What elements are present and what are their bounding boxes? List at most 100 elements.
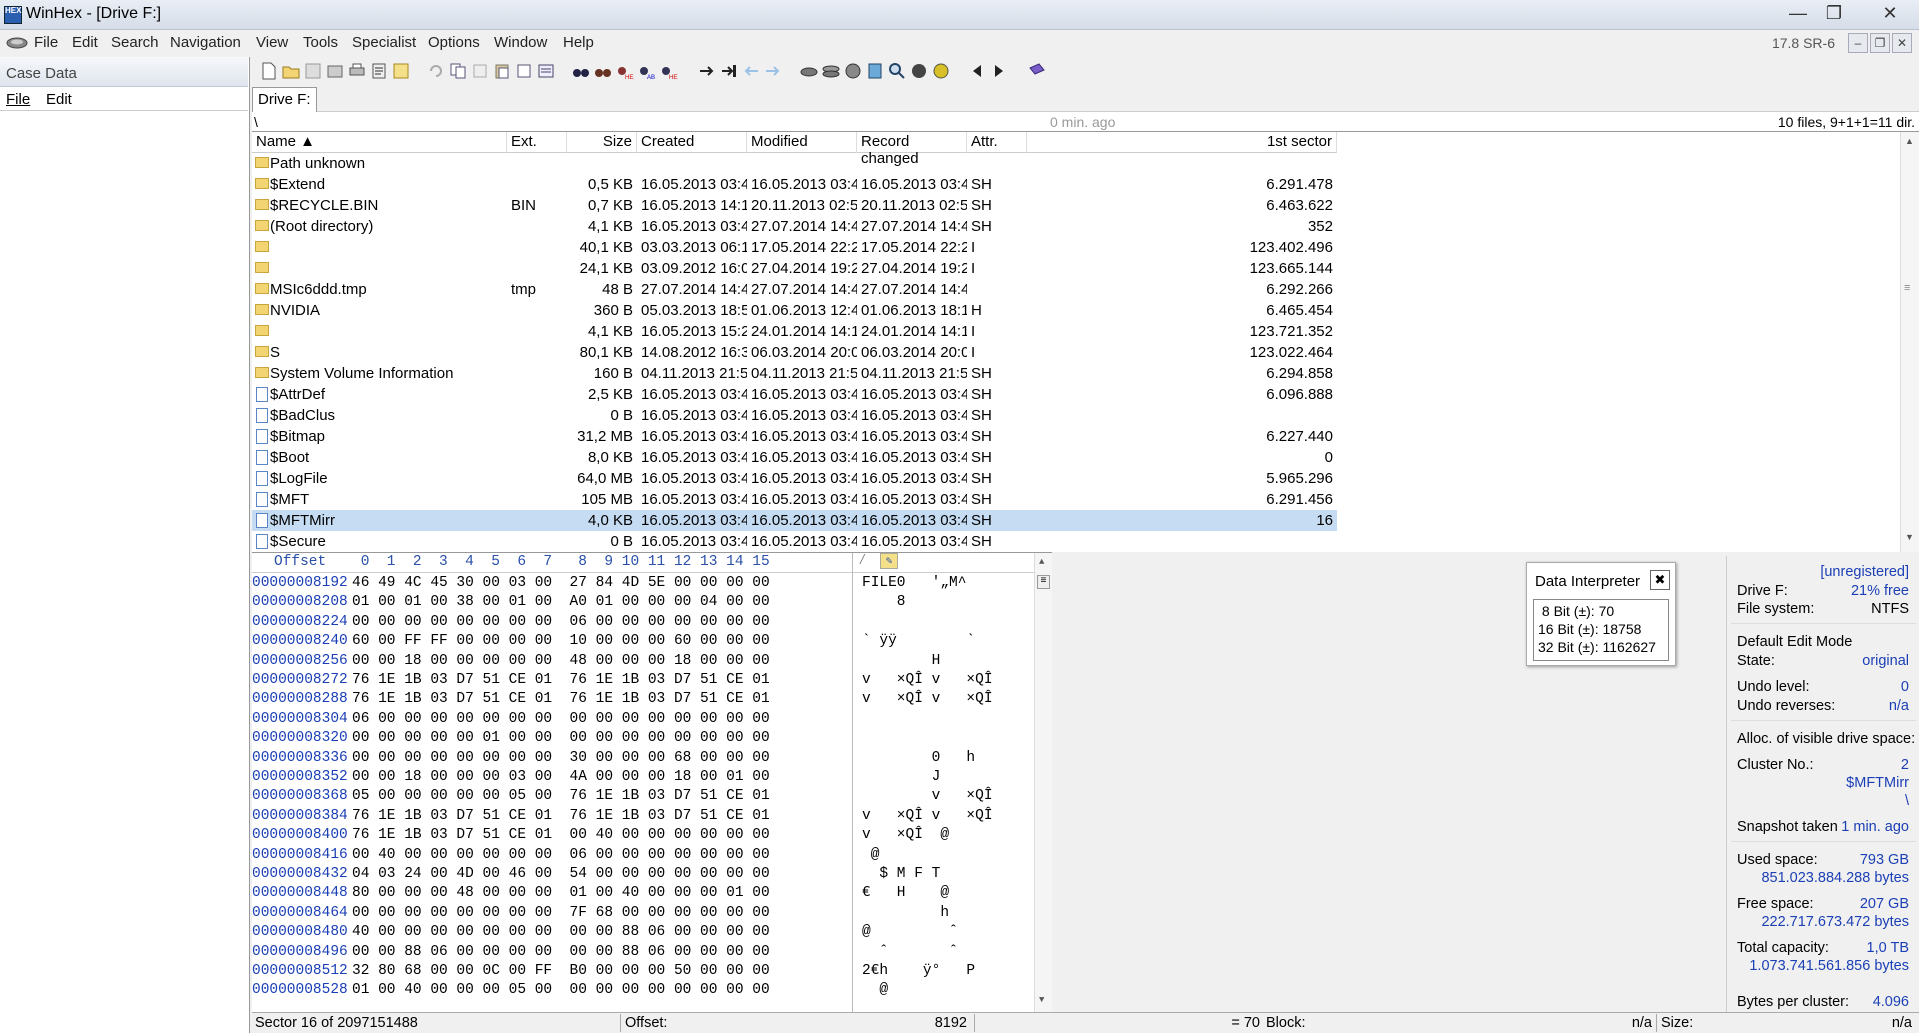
table-row[interactable]: $Secure0 B16.05.2013 03:45:1...16.05.201… [252,531,1337,552]
status-sector[interactable]: Sector 16 of 2097151488 [255,1015,418,1031]
search-again-icon[interactable]: HEX [660,62,678,80]
forward-icon[interactable] [764,62,782,80]
menu-file[interactable]: File [34,34,58,51]
minimize-button[interactable]: — [1782,2,1814,26]
hex-line[interactable]: 00000008464 00 00 00 00 00 00 00 00 7F 68… [252,905,949,924]
save-icon[interactable] [304,62,322,80]
table-row[interactable]: (Root directory) 4,1 KB 16.05.2013 03:45:1… [252,216,1337,237]
scroll-down-icon[interactable]: ▼ [1905,532,1914,542]
open-ram-icon[interactable] [822,62,840,80]
case-menu-file[interactable]: File [6,91,30,108]
find-hex-icon[interactable] [594,62,612,80]
menu-tools[interactable]: Tools [303,34,338,51]
table-row[interactable]: $AttrDef2,5 KB16.05.2013 03:45:1...16.05… [252,384,1337,405]
hex-line[interactable]: 00000008400 76 1E 1B 03 D7 51 CE 01 00 40… [252,827,949,846]
menu-navigation[interactable]: Navigation [170,34,241,51]
hex-line[interactable]: 00000008240 60 00 FF FF 00 00 00 00 10 00… [252,633,975,652]
mdi-close-button[interactable]: ✕ [1892,33,1912,53]
status-size-value[interactable]: n/a [1812,1015,1912,1031]
open-disk-icon[interactable] [800,62,818,80]
status-value[interactable]: = 70 [1190,1015,1260,1031]
table-row[interactable]: $LogFile64,0 MB16.05.2013 03:45:1...16.0… [252,468,1337,489]
case-menu-edit[interactable]: Edit [46,91,72,108]
hex-scroll-down-icon[interactable]: ▼ [1039,995,1044,1005]
column-modified[interactable]: Modified [747,132,857,153]
status-offset-value[interactable]: 8192 [897,1015,967,1031]
cut-icon[interactable] [471,62,489,80]
text-pane-tab[interactable]: ⁄ [858,553,867,569]
data-interpreter-close-icon[interactable]: ✖ [1650,570,1670,590]
text-pane-folder-icon[interactable]: ✎ [880,553,898,569]
previous-icon[interactable] [968,62,986,80]
table-row[interactable]: $RECYCLE.BIN BIN 0,7 KB 16.05.2013 14:10:5.… [252,195,1337,216]
table-row[interactable]: $MFTMirr4,0 KB16.05.2013 03:45:1...16.05… [252,510,1337,531]
table-row[interactable]: $BadClus0 B16.05.2013 03:45:1...16.05.20… [252,405,1337,426]
mdi-minimize-button[interactable]: – [1848,33,1868,53]
hex-line[interactable]: 00000008512 32 80 68 00 00 0C 00 FF B0 00… [252,963,975,982]
vertical-scrollbar[interactable]: ▲ ▼ ≡ [1900,132,1919,552]
menu-options[interactable]: Options [428,34,480,51]
table-row[interactable]: S80,1 KB14.08.2012 16:37:5...06.03.2014 … [252,342,1337,363]
maximize-button[interactable]: ❐ [1818,2,1850,26]
goto-sector-icon[interactable] [720,62,738,80]
help-book-icon[interactable] [1028,62,1046,80]
paste-zero-bytes-icon[interactable] [515,62,533,80]
menu-help[interactable]: Help [563,34,594,51]
table-row[interactable]: Path unknown [252,153,1337,174]
properties-icon[interactable] [370,62,388,80]
scroll-up-icon[interactable]: ▲ [1905,136,1914,146]
replace-text-icon[interactable]: HEX [616,62,634,80]
table-row[interactable]: $Extend0,5 KB16.05.2013 03:45:1...16.05.… [252,174,1337,195]
menu-view[interactable]: View [256,34,288,51]
hex-scroll-up-icon[interactable]: ▲ [1039,557,1044,567]
column-first-sector[interactable]: 1st sector [1027,132,1337,153]
menu-search[interactable]: Search [111,34,159,51]
paste-icon[interactable] [493,62,511,80]
find-text-icon[interactable] [572,62,590,80]
hex-line[interactable]: 00000008224 00 00 00 00 00 00 00 00 06 00… [252,614,852,633]
hex-line[interactable]: 00000008480 40 00 00 00 00 00 00 00 00 00… [252,924,958,943]
print-icon[interactable] [348,62,366,80]
menu-specialist[interactable]: Specialist [352,34,416,51]
replace-hex-icon[interactable]: AB [638,62,656,80]
clone-disk-icon[interactable] [844,62,862,80]
calculator-icon[interactable] [866,62,884,80]
back-icon[interactable] [742,62,760,80]
hex-line[interactable]: 00000008272 76 1E 1B 03 D7 51 CE 01 76 1E… [252,672,993,691]
magnify-icon[interactable] [888,62,906,80]
analyze-icon[interactable] [932,62,950,80]
hex-line[interactable]: 00000008320 00 00 00 00 00 01 00 00 00 00… [252,730,852,749]
status-block-value[interactable]: n/a [1552,1015,1652,1031]
hex-line[interactable]: 00000008208 01 00 01 00 38 00 01 00 A0 01… [252,594,906,613]
execute-icon[interactable] [392,62,410,80]
open-folder-icon[interactable] [282,62,300,80]
goto-offset-icon[interactable] [698,62,716,80]
hex-line[interactable]: 00000008416 00 40 00 00 00 00 00 00 06 00… [252,847,879,866]
hex-line[interactable]: 00000008304 06 00 00 00 00 00 00 00 00 00… [252,711,852,730]
table-row[interactable]: 4,1 KB16.05.2013 15:25:3...24.01.2014 14… [252,321,1337,342]
column-name[interactable]: Name ▲ [252,132,507,153]
hex-editor[interactable]: Offset 0 1 2 3 4 5 6 7 8 9 10 11 12 13 1… [252,552,1052,1013]
column-created[interactable]: Created [637,132,747,153]
column-ext[interactable]: Ext. [507,132,567,153]
save-all-icon[interactable] [326,62,344,80]
winhex-app-icon[interactable]: HEX [4,6,22,24]
table-row[interactable]: $MFT105 MB16.05.2013 03:45:1...16.05.201… [252,489,1337,510]
hex-line[interactable]: 00000008336 00 00 00 00 00 00 00 00 30 00… [252,750,975,769]
hex-scroll-thumb[interactable]: ≡ [1037,575,1050,589]
close-button[interactable]: ✕ [1866,2,1914,26]
hex-line[interactable]: 00000008368 05 00 00 00 00 00 05 00 76 1E… [252,788,993,807]
next-icon[interactable] [990,62,1008,80]
table-row[interactable]: 40,1 KB03.03.2013 06:14:3...17.05.2014 2… [252,237,1337,258]
hex-line[interactable]: 00000008448 80 00 00 00 48 00 00 00 01 00… [252,885,949,904]
hex-scrollbar[interactable]: ▲ ≡ ▼ [1034,553,1052,1013]
column-attr[interactable]: Attr. [967,132,1027,153]
hex-line[interactable]: 00000008496 00 00 88 06 00 00 00 00 00 00… [252,944,958,963]
hex-line[interactable]: 00000008192 46 49 4C 45 30 00 03 00 27 84… [252,575,966,594]
table-row[interactable]: MSIc6ddd.tmp tmp 48 B 27.07.2014 14:47:3...… [252,279,1337,300]
hex-line[interactable]: 00000008352 00 00 18 00 00 00 03 00 4A 00… [252,769,940,788]
hex-line[interactable]: 00000008256 00 00 18 00 00 00 00 00 48 00… [252,653,940,672]
table-row[interactable]: $Boot8,0 KB16.05.2013 03:45:1...16.05.20… [252,447,1337,468]
hex-line[interactable]: 00000008528 01 00 40 00 00 00 05 00 00 00… [252,982,888,1001]
new-file-icon[interactable] [260,62,278,80]
